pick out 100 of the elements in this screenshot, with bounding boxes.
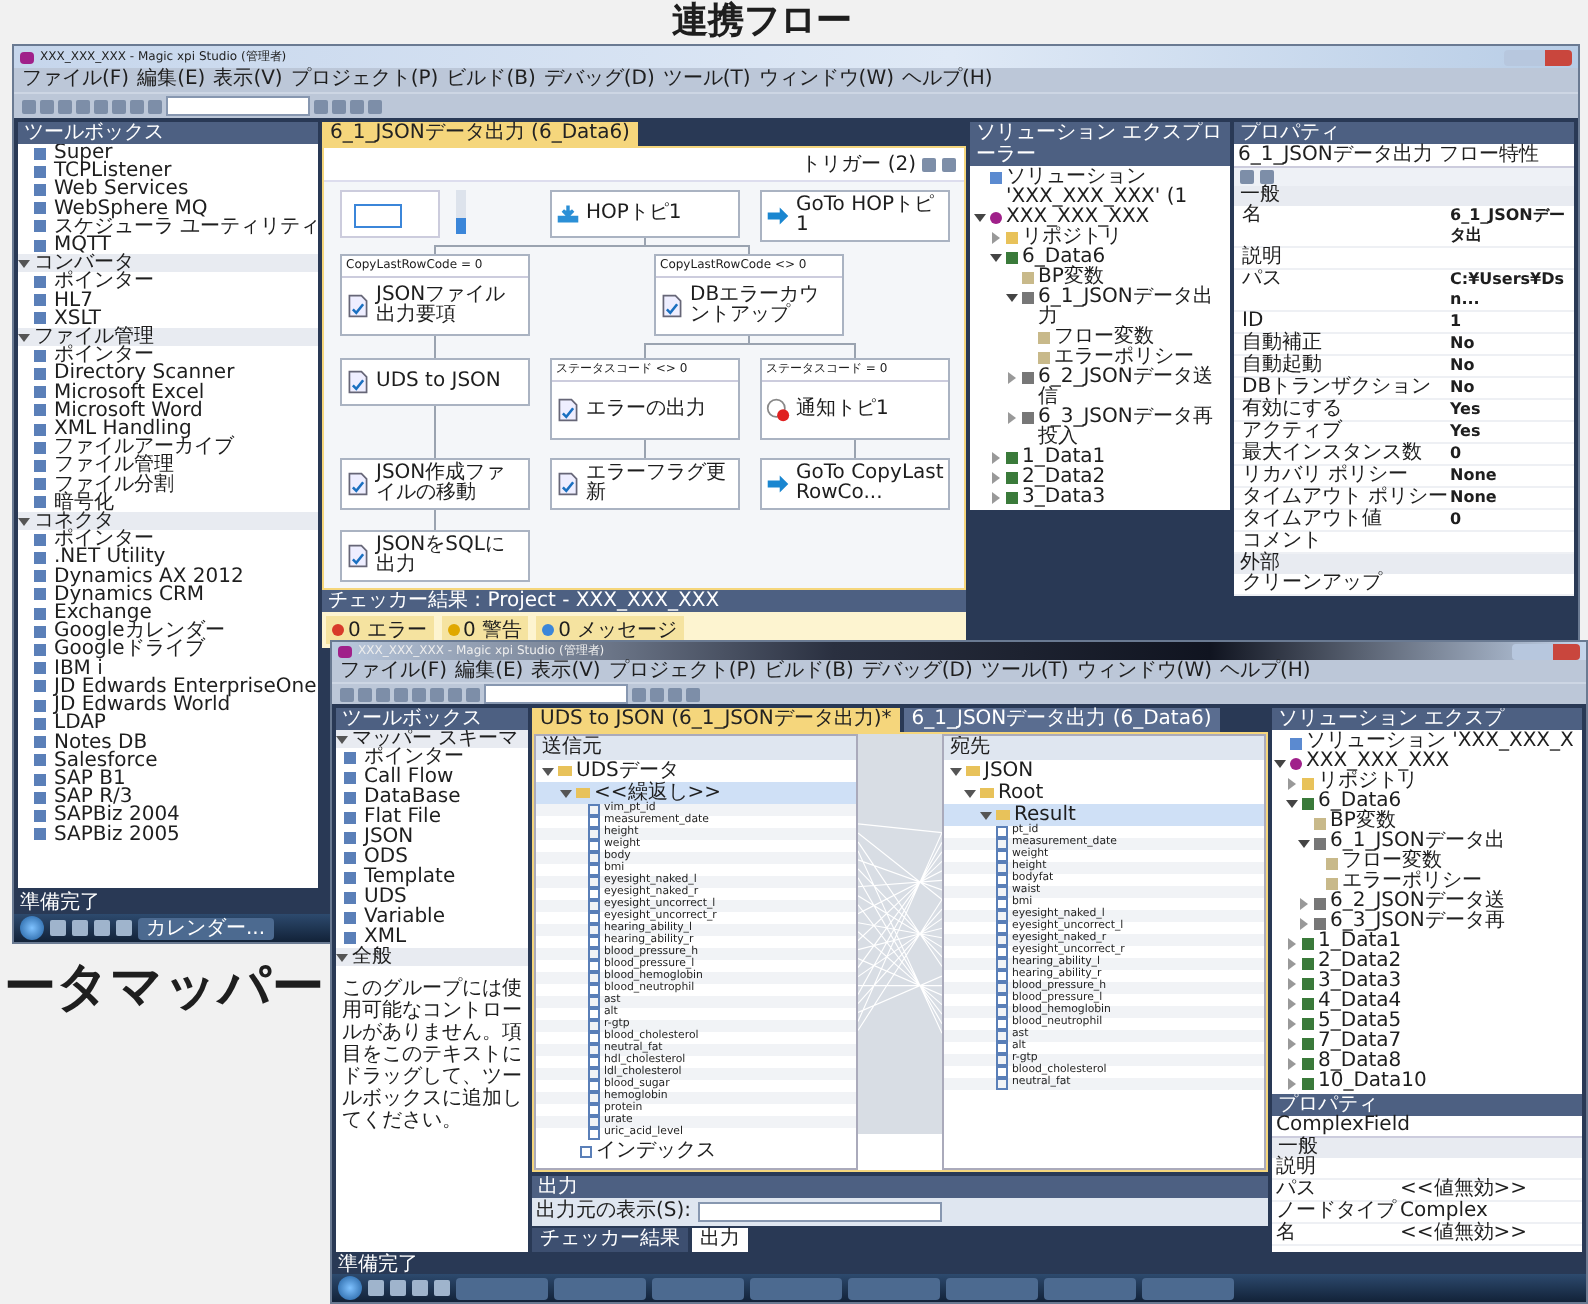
toolbox-item[interactable]: XSLT [54, 309, 102, 329]
property-value[interactable]: No [1450, 356, 1574, 376]
toolbox-item[interactable]: SAP B1 [54, 769, 126, 789]
expander-icon[interactable] [1006, 292, 1018, 304]
tree-item[interactable]: 6_3_JSONデータ再投入 [1038, 408, 1230, 448]
window-controls[interactable] [1512, 643, 1580, 659]
property-value[interactable]: Complex [1400, 1202, 1582, 1222]
property-value[interactable]: 0 [1450, 510, 1574, 530]
toolbox-item[interactable]: Exchange [54, 604, 152, 623]
toolbox-item[interactable]: JD Edwards EnterpriseOne [54, 677, 317, 697]
menu-item[interactable]: ファイル(F) [340, 660, 448, 682]
expander-icon[interactable] [990, 252, 1002, 264]
menu-item[interactable]: プロジェクト(P) [290, 68, 439, 92]
menu-item[interactable]: ファイル(F) [22, 68, 130, 92]
toolbox-item[interactable]: XML [364, 928, 407, 949]
toolbox-item[interactable]: DataBase [364, 788, 461, 809]
tree-item[interactable]: BP変数 [1038, 268, 1104, 288]
property-group[interactable]: 外部 [1234, 554, 1574, 574]
window-controls[interactable] [1504, 49, 1572, 65]
toolbox-item[interactable]: 暗号化 [54, 493, 114, 513]
toolbox-item[interactable]: ポインター [364, 748, 464, 769]
property-value[interactable]: None [1450, 466, 1574, 486]
expander-icon[interactable] [1298, 838, 1310, 850]
toolbox-item[interactable]: Call Flow [364, 768, 454, 789]
property-value[interactable]: C:¥Users¥Dsn... [1450, 270, 1574, 310]
toolbox-item[interactable]: JD Edwards World [54, 696, 231, 715]
schema-node[interactable]: Result [1014, 804, 1076, 826]
menu-item[interactable]: ツール(T) [980, 660, 1069, 682]
panel-tab[interactable]: チェッカー結果 [532, 1228, 688, 1252]
config-dropdown[interactable] [166, 96, 310, 116]
taskbar-button[interactable] [848, 1277, 940, 1299]
property-value[interactable]: No [1450, 334, 1574, 354]
output-source-dropdown[interactable] [697, 1202, 942, 1222]
tree-item[interactable]: 2_Data2 [1022, 468, 1106, 488]
toolbox-item[interactable]: ポインター [54, 272, 154, 292]
property-value[interactable]: None [1450, 488, 1574, 508]
tree-item[interactable]: 6_1_JSONデータ出力 [1038, 288, 1230, 328]
flow-step[interactable]: UDS to JSON [340, 358, 530, 406]
start-button[interactable] [20, 916, 44, 940]
taskbar-button[interactable] [1044, 1277, 1136, 1299]
panel-tab[interactable]: 出力 [692, 1228, 748, 1252]
toolbox-item[interactable]: Salesforce [54, 751, 158, 770]
property-value[interactable]: Yes [1450, 400, 1574, 420]
tree-item[interactable]: エラーポリシー [1342, 872, 1482, 892]
start-button[interactable] [338, 1276, 362, 1300]
toolbox-item[interactable]: ファイルアーカイブ [54, 438, 234, 457]
menu-item[interactable]: ツール(T) [662, 68, 751, 92]
document-tab[interactable]: 6_1_JSONデータ出力 (6_Data6) [322, 122, 638, 146]
toolbox-item[interactable]: Dynamics AX 2012 [54, 567, 244, 586]
flow-step[interactable]: GoTo CopyLastRowCo... [760, 458, 950, 510]
menu-item[interactable]: 表示(V) [213, 68, 283, 92]
property-value[interactable]: No [1450, 378, 1574, 398]
schema-node[interactable]: UDSデータ [576, 760, 679, 782]
property-value[interactable]: 6_1_JSONデータ出 [1450, 206, 1574, 246]
toolbox-item[interactable]: ポインター [54, 346, 154, 365]
tree-item[interactable]: 8_Data8 [1318, 1052, 1402, 1072]
tree-item[interactable]: 1_Data1 [1022, 448, 1106, 468]
toolbox-group[interactable]: 全般 [336, 948, 528, 967]
menu-item[interactable]: 編集(E) [455, 660, 524, 682]
tree-item[interactable]: 1_Data1 [1318, 932, 1402, 952]
flow-step[interactable]: GoTo HOPトピ1 [760, 190, 950, 242]
toolbox-item[interactable]: ファイル管理 [54, 456, 174, 476]
tree-item[interactable]: ソリューション 'XXX_XXX_XXX' (1 [1006, 168, 1230, 208]
toolbox-item[interactable]: Microsoft Word [54, 401, 203, 421]
tree-item[interactable]: XXX_XXX_XXX [1306, 752, 1450, 772]
tree-item[interactable]: 4_Data4 [1318, 992, 1402, 1012]
toolbox-item[interactable]: Template [364, 868, 456, 889]
expander-icon[interactable] [1274, 758, 1286, 770]
toolbox-item[interactable]: SAPBiz 2004 [54, 806, 180, 826]
menu-item[interactable]: デバッグ(D) [543, 68, 655, 92]
toolbox-group[interactable]: コンバータ [18, 254, 318, 273]
expander-icon[interactable] [974, 212, 986, 224]
menu-item[interactable]: ビルド(B) [764, 660, 854, 682]
toolbox-item[interactable]: WebSphere MQ [54, 199, 208, 218]
menu-item[interactable]: ヘルプ(H) [1220, 660, 1311, 682]
toolbox-item[interactable]: Flat File [364, 808, 441, 829]
tree-item[interactable]: フロー変数 [1342, 852, 1442, 872]
taskbar-button[interactable] [946, 1277, 1038, 1299]
menu-item[interactable]: ビルド(B) [446, 68, 536, 92]
schema-node[interactable]: JSON [984, 760, 1034, 782]
toolbox-item[interactable]: Microsoft Excel [54, 383, 205, 402]
toolbox-item[interactable]: XML Handling [54, 420, 192, 439]
property-value[interactable]: <<値無効>> [1400, 1224, 1582, 1244]
toolbox-item[interactable]: UDS [364, 888, 407, 909]
menu-item[interactable]: プロジェクト(P) [608, 660, 757, 682]
tree-item[interactable]: 6_1_JSONデータ出 [1330, 832, 1505, 852]
toolbox-item[interactable]: Googleカレンダー [54, 622, 225, 641]
tree-item[interactable]: ソリューション 'XXX_XXX_X [1306, 732, 1574, 752]
toolbox-item[interactable]: ODS [364, 848, 408, 869]
toolbox-group[interactable]: ファイル管理 [18, 328, 318, 347]
document-tab[interactable]: 6_1_JSONデータ出力 (6_Data6) [903, 708, 1220, 732]
tree-item[interactable]: リポジトリ [1318, 772, 1418, 792]
menu-item[interactable]: ウィンドウ(W) [758, 68, 894, 92]
tree-item[interactable]: 6_Data6 [1022, 248, 1106, 268]
menu-item[interactable]: ウィンドウ(W) [1076, 660, 1212, 682]
flow-step[interactable]: エラーフラグ更新 [550, 458, 740, 510]
tree-item[interactable]: エラーポリシー [1054, 348, 1194, 368]
toolbox-item[interactable]: MQTT [54, 236, 112, 255]
toolbox-item[interactable]: SAP R/3 [54, 788, 133, 807]
tree-item[interactable]: 5_Data5 [1318, 1012, 1402, 1032]
